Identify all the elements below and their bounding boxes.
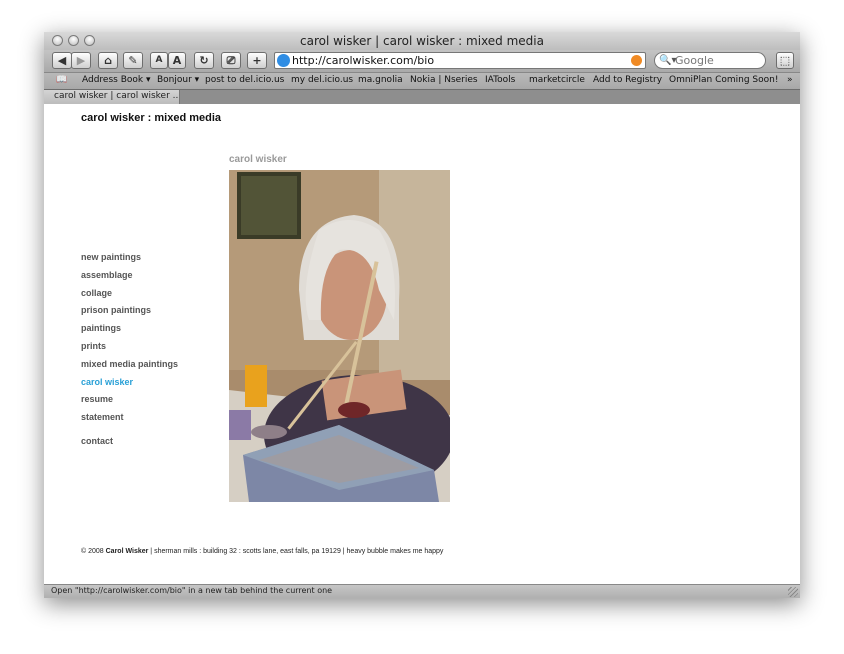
nav-statement[interactable]: statement: [81, 411, 178, 429]
bookmarks-bar: 📖 Address Book ▾ Bonjour ▾ post to del.i…: [44, 72, 800, 89]
nav-resume[interactable]: resume: [81, 393, 178, 411]
nav-paintings[interactable]: paintings: [81, 322, 178, 340]
tab-carol-wisker[interactable]: carol wisker | carol wisker ...: [44, 90, 180, 104]
pencil-icon: ✎: [128, 54, 138, 67]
footer-name: Carol Wisker: [105, 548, 149, 555]
text-smaller-button[interactable]: A: [150, 52, 168, 69]
browser-toolbar: ◀ ▶ ⌂ ✎ A A ↻ ⎚ + http://carolwisker.com…: [44, 50, 800, 72]
bookmarks-button[interactable]: ⬚: [776, 52, 794, 69]
window-title: carol wisker | carol wisker : mixed medi…: [300, 34, 544, 48]
section-heading: carol wisker: [229, 154, 287, 165]
reload-button[interactable]: ↻: [194, 52, 214, 69]
status-text: Open "http://carolwisker.com/bio" in a n…: [51, 586, 333, 595]
reload-icon: ↻: [199, 54, 209, 67]
nav-assemblage[interactable]: assemblage: [81, 269, 178, 287]
site-icon: [277, 54, 290, 67]
resize-grip-icon[interactable]: [788, 587, 798, 597]
forward-button[interactable]: ▶: [71, 52, 91, 69]
nav-contact[interactable]: contact: [81, 435, 178, 453]
show-all-bookmarks-icon[interactable]: 📖: [56, 75, 67, 85]
search-placeholder: Google: [675, 54, 714, 67]
address-bar[interactable]: http://carolwisker.com/bio: [274, 52, 646, 69]
bookmark-item[interactable]: Nokia | Nseries: [410, 75, 478, 85]
back-arrow-icon: ◀: [57, 54, 67, 67]
add-bookmark-button[interactable]: +: [247, 52, 267, 69]
tab-bar: carol wisker | carol wisker ...: [44, 89, 800, 104]
bookmark-item[interactable]: IATools: [485, 75, 515, 85]
footer: © 2008 Carol Wisker | sherman mills : bu…: [81, 548, 443, 555]
snapback-button[interactable]: ⎚: [221, 52, 241, 69]
footer-address: | sherman mills : building 32 : scotts l…: [148, 548, 444, 555]
bookmark-item[interactable]: post to del.icio.us: [205, 75, 284, 85]
home-icon: ⌂: [104, 54, 112, 67]
browser-window: carol wisker | carol wisker : mixed medi…: [44, 32, 800, 598]
bookmark-item[interactable]: Add to Registry: [593, 75, 662, 85]
status-bar: Open "http://carolwisker.com/bio" in a n…: [44, 584, 800, 598]
home-button[interactable]: ⌂: [98, 52, 118, 69]
url-text[interactable]: http://carolwisker.com/bio: [292, 54, 434, 67]
back-button[interactable]: ◀: [52, 52, 72, 69]
snapback-icon: ⎚: [226, 54, 236, 67]
search-icon: 🔍▾: [659, 55, 677, 66]
bookmark-item[interactable]: ma.gnolia: [358, 75, 403, 85]
artist-photo: [229, 170, 450, 502]
nav-collage[interactable]: collage: [81, 287, 178, 305]
nav-prison-paintings[interactable]: prison paintings: [81, 304, 178, 322]
nav-carol-wisker[interactable]: carol wisker: [81, 376, 178, 394]
site-nav: new paintings assemblage collage prison …: [81, 251, 178, 453]
snapback-url-icon[interactable]: [631, 55, 642, 66]
bookmark-item[interactable]: OmniPlan Coming Soon!: [669, 75, 778, 85]
forward-arrow-icon: ▶: [76, 54, 86, 67]
bookmark-icon: ⬚: [779, 54, 791, 67]
footer-copyright: © 2008: [81, 548, 106, 555]
bookmark-item[interactable]: my del.icio.us: [291, 75, 353, 85]
nav-mixed-media-paintings[interactable]: mixed media paintings: [81, 358, 178, 376]
page-content: carol wisker : mixed media carol wisker: [44, 104, 800, 584]
edit-button[interactable]: ✎: [123, 52, 143, 69]
site-title[interactable]: carol wisker : mixed media: [81, 112, 221, 124]
nav-prints[interactable]: prints: [81, 340, 178, 358]
title-bar[interactable]: carol wisker | carol wisker : mixed medi…: [44, 32, 800, 50]
search-input[interactable]: 🔍▾ Google: [654, 52, 766, 69]
bookmark-item[interactable]: Address Book ▾: [82, 75, 150, 85]
text-bigger-button[interactable]: A: [168, 52, 186, 69]
nav-new-paintings[interactable]: new paintings: [81, 251, 178, 269]
bookmark-item[interactable]: Bonjour ▾: [157, 75, 199, 85]
bookmarks-overflow-button[interactable]: »: [787, 75, 793, 85]
bookmark-item[interactable]: marketcircle: [529, 75, 585, 85]
